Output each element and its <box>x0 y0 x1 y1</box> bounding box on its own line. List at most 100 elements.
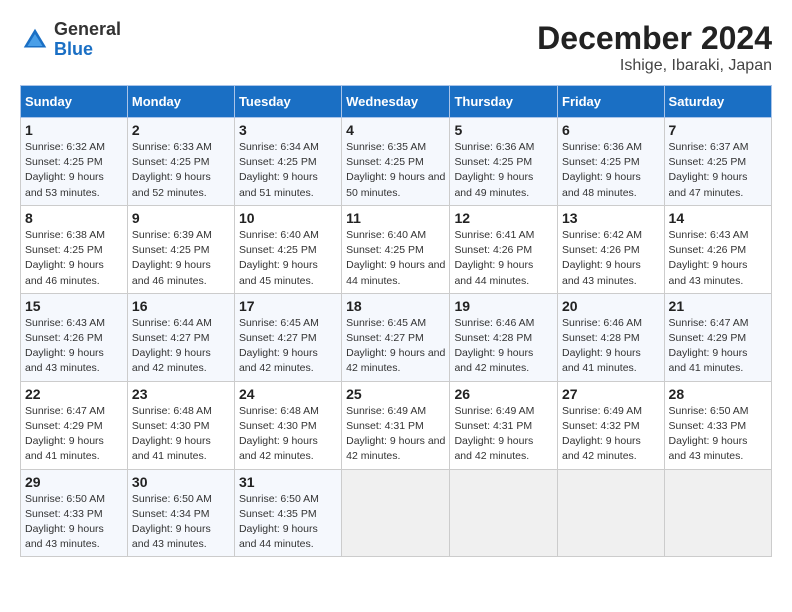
logo-icon <box>20 25 50 55</box>
day-info: Sunrise: 6:45 AM Sunset: 4:27 PM Dayligh… <box>239 316 337 377</box>
day-number: 27 <box>562 386 660 402</box>
table-row: 1 Sunrise: 6:32 AM Sunset: 4:25 PM Dayli… <box>21 118 128 206</box>
header-saturday: Saturday <box>664 86 771 118</box>
day-info: Sunrise: 6:48 AM Sunset: 4:30 PM Dayligh… <box>132 404 230 465</box>
table-row: 29 Sunrise: 6:50 AM Sunset: 4:33 PM Dayl… <box>21 469 128 557</box>
title-block: December 2024 Ishige, Ibaraki, Japan <box>537 20 772 75</box>
header-wednesday: Wednesday <box>342 86 450 118</box>
calendar-week-row: 22 Sunrise: 6:47 AM Sunset: 4:29 PM Dayl… <box>21 381 772 469</box>
day-number: 25 <box>346 386 445 402</box>
calendar-header-row: Sunday Monday Tuesday Wednesday Thursday… <box>21 86 772 118</box>
day-info: Sunrise: 6:37 AM Sunset: 4:25 PM Dayligh… <box>669 140 767 201</box>
day-info: Sunrise: 6:49 AM Sunset: 4:31 PM Dayligh… <box>454 404 553 465</box>
day-number: 18 <box>346 298 445 314</box>
table-row: 30 Sunrise: 6:50 AM Sunset: 4:34 PM Dayl… <box>127 469 234 557</box>
day-number: 11 <box>346 210 445 226</box>
day-number: 14 <box>669 210 767 226</box>
day-info: Sunrise: 6:32 AM Sunset: 4:25 PM Dayligh… <box>25 140 123 201</box>
day-number: 31 <box>239 474 337 490</box>
day-info: Sunrise: 6:33 AM Sunset: 4:25 PM Dayligh… <box>132 140 230 201</box>
day-number: 10 <box>239 210 337 226</box>
table-row: 6 Sunrise: 6:36 AM Sunset: 4:25 PM Dayli… <box>558 118 665 206</box>
day-info: Sunrise: 6:50 AM Sunset: 4:35 PM Dayligh… <box>239 492 337 553</box>
day-number: 22 <box>25 386 123 402</box>
table-row: 22 Sunrise: 6:47 AM Sunset: 4:29 PM Dayl… <box>21 381 128 469</box>
table-row: 18 Sunrise: 6:45 AM Sunset: 4:27 PM Dayl… <box>342 293 450 381</box>
table-row: 25 Sunrise: 6:49 AM Sunset: 4:31 PM Dayl… <box>342 381 450 469</box>
table-row: 19 Sunrise: 6:46 AM Sunset: 4:28 PM Dayl… <box>450 293 558 381</box>
empty-cell <box>558 469 665 557</box>
day-info: Sunrise: 6:34 AM Sunset: 4:25 PM Dayligh… <box>239 140 337 201</box>
logo-blue: Blue <box>54 40 121 60</box>
table-row: 5 Sunrise: 6:36 AM Sunset: 4:25 PM Dayli… <box>450 118 558 206</box>
table-row: 11 Sunrise: 6:40 AM Sunset: 4:25 PM Dayl… <box>342 205 450 293</box>
calendar-week-row: 8 Sunrise: 6:38 AM Sunset: 4:25 PM Dayli… <box>21 205 772 293</box>
table-row: 23 Sunrise: 6:48 AM Sunset: 4:30 PM Dayl… <box>127 381 234 469</box>
day-number: 1 <box>25 122 123 138</box>
day-number: 19 <box>454 298 553 314</box>
day-number: 2 <box>132 122 230 138</box>
day-number: 6 <box>562 122 660 138</box>
day-info: Sunrise: 6:39 AM Sunset: 4:25 PM Dayligh… <box>132 228 230 289</box>
day-number: 15 <box>25 298 123 314</box>
day-number: 17 <box>239 298 337 314</box>
calendar-title: December 2024 <box>537 20 772 57</box>
table-row: 26 Sunrise: 6:49 AM Sunset: 4:31 PM Dayl… <box>450 381 558 469</box>
header-monday: Monday <box>127 86 234 118</box>
day-info: Sunrise: 6:36 AM Sunset: 4:25 PM Dayligh… <box>562 140 660 201</box>
day-info: Sunrise: 6:50 AM Sunset: 4:33 PM Dayligh… <box>669 404 767 465</box>
header-tuesday: Tuesday <box>234 86 341 118</box>
day-info: Sunrise: 6:43 AM Sunset: 4:26 PM Dayligh… <box>25 316 123 377</box>
day-info: Sunrise: 6:38 AM Sunset: 4:25 PM Dayligh… <box>25 228 123 289</box>
table-row: 3 Sunrise: 6:34 AM Sunset: 4:25 PM Dayli… <box>234 118 341 206</box>
day-number: 13 <box>562 210 660 226</box>
day-number: 21 <box>669 298 767 314</box>
table-row: 31 Sunrise: 6:50 AM Sunset: 4:35 PM Dayl… <box>234 469 341 557</box>
day-info: Sunrise: 6:49 AM Sunset: 4:31 PM Dayligh… <box>346 404 445 465</box>
day-info: Sunrise: 6:36 AM Sunset: 4:25 PM Dayligh… <box>454 140 553 201</box>
table-row: 14 Sunrise: 6:43 AM Sunset: 4:26 PM Dayl… <box>664 205 771 293</box>
table-row: 4 Sunrise: 6:35 AM Sunset: 4:25 PM Dayli… <box>342 118 450 206</box>
day-info: Sunrise: 6:46 AM Sunset: 4:28 PM Dayligh… <box>562 316 660 377</box>
table-row: 24 Sunrise: 6:48 AM Sunset: 4:30 PM Dayl… <box>234 381 341 469</box>
day-number: 26 <box>454 386 553 402</box>
day-info: Sunrise: 6:49 AM Sunset: 4:32 PM Dayligh… <box>562 404 660 465</box>
header-friday: Friday <box>558 86 665 118</box>
day-number: 12 <box>454 210 553 226</box>
calendar-week-row: 15 Sunrise: 6:43 AM Sunset: 4:26 PM Dayl… <box>21 293 772 381</box>
day-info: Sunrise: 6:40 AM Sunset: 4:25 PM Dayligh… <box>346 228 445 289</box>
day-info: Sunrise: 6:50 AM Sunset: 4:33 PM Dayligh… <box>25 492 123 553</box>
day-number: 28 <box>669 386 767 402</box>
calendar-table: Sunday Monday Tuesday Wednesday Thursday… <box>20 85 772 557</box>
logo: General Blue <box>20 20 121 60</box>
empty-cell <box>342 469 450 557</box>
day-number: 7 <box>669 122 767 138</box>
day-info: Sunrise: 6:48 AM Sunset: 4:30 PM Dayligh… <box>239 404 337 465</box>
day-info: Sunrise: 6:43 AM Sunset: 4:26 PM Dayligh… <box>669 228 767 289</box>
day-number: 3 <box>239 122 337 138</box>
table-row: 8 Sunrise: 6:38 AM Sunset: 4:25 PM Dayli… <box>21 205 128 293</box>
empty-cell <box>664 469 771 557</box>
day-number: 8 <box>25 210 123 226</box>
table-row: 9 Sunrise: 6:39 AM Sunset: 4:25 PM Dayli… <box>127 205 234 293</box>
table-row: 28 Sunrise: 6:50 AM Sunset: 4:33 PM Dayl… <box>664 381 771 469</box>
table-row: 10 Sunrise: 6:40 AM Sunset: 4:25 PM Dayl… <box>234 205 341 293</box>
logo-text: General Blue <box>54 20 121 60</box>
table-row: 17 Sunrise: 6:45 AM Sunset: 4:27 PM Dayl… <box>234 293 341 381</box>
day-info: Sunrise: 6:50 AM Sunset: 4:34 PM Dayligh… <box>132 492 230 553</box>
logo-general: General <box>54 20 121 40</box>
calendar-week-row: 1 Sunrise: 6:32 AM Sunset: 4:25 PM Dayli… <box>21 118 772 206</box>
day-info: Sunrise: 6:44 AM Sunset: 4:27 PM Dayligh… <box>132 316 230 377</box>
day-number: 16 <box>132 298 230 314</box>
day-info: Sunrise: 6:40 AM Sunset: 4:25 PM Dayligh… <box>239 228 337 289</box>
day-info: Sunrise: 6:35 AM Sunset: 4:25 PM Dayligh… <box>346 140 445 201</box>
day-number: 9 <box>132 210 230 226</box>
day-number: 20 <box>562 298 660 314</box>
day-number: 24 <box>239 386 337 402</box>
table-row: 21 Sunrise: 6:47 AM Sunset: 4:29 PM Dayl… <box>664 293 771 381</box>
day-info: Sunrise: 6:47 AM Sunset: 4:29 PM Dayligh… <box>669 316 767 377</box>
day-info: Sunrise: 6:42 AM Sunset: 4:26 PM Dayligh… <box>562 228 660 289</box>
table-row: 13 Sunrise: 6:42 AM Sunset: 4:26 PM Dayl… <box>558 205 665 293</box>
table-row: 20 Sunrise: 6:46 AM Sunset: 4:28 PM Dayl… <box>558 293 665 381</box>
header-sunday: Sunday <box>21 86 128 118</box>
